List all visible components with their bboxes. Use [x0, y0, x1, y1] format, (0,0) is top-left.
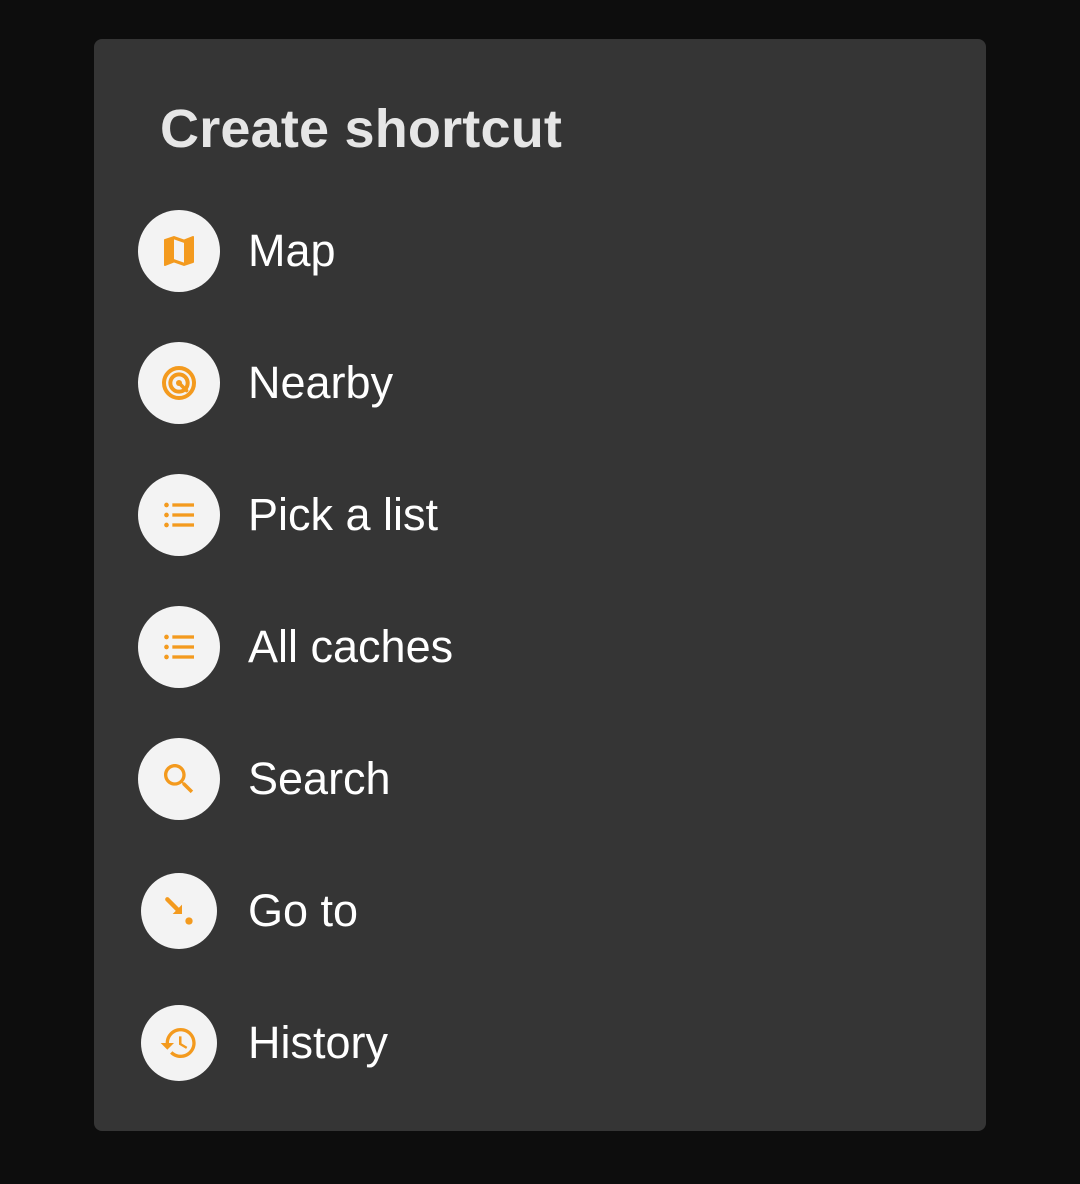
history-icon — [141, 1005, 217, 1081]
shortcut-item-nearby[interactable]: Nearby — [94, 317, 986, 449]
map-icon — [138, 210, 220, 292]
dialog-title: Create shortcut — [160, 99, 563, 159]
arrow-to-point-icon — [141, 873, 217, 949]
shortcut-label: Nearby — [248, 357, 394, 408]
shortcut-item-all-caches[interactable]: All caches — [94, 581, 986, 713]
target-icon — [138, 342, 220, 424]
search-icon — [138, 738, 220, 820]
list-icon — [138, 606, 220, 688]
shortcut-item-history[interactable]: History — [94, 977, 986, 1109]
create-shortcut-dialog: Create shortcut Map Nearby Pick a list A… — [94, 39, 986, 1131]
shortcut-label: Map — [248, 225, 336, 276]
shortcut-item-search[interactable]: Search — [94, 713, 986, 845]
shortcut-item-go-to[interactable]: Go to — [94, 845, 986, 977]
shortcut-label: History — [248, 1017, 389, 1068]
shortcut-item-map[interactable]: Map — [94, 185, 986, 317]
shortcut-label: All caches — [248, 621, 454, 672]
shortcut-item-pick-a-list[interactable]: Pick a list — [94, 449, 986, 581]
shortcut-label: Go to — [248, 885, 359, 936]
shortcut-label: Search — [248, 753, 391, 804]
list-icon — [138, 474, 220, 556]
shortcut-label: Pick a list — [248, 489, 439, 540]
